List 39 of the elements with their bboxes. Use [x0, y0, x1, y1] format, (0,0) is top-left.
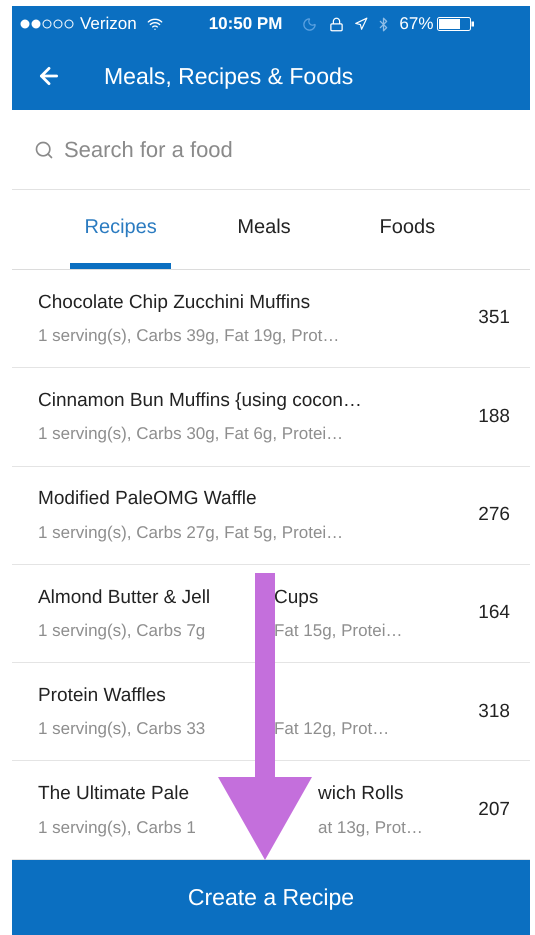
tab[interactable]: Recipes — [70, 190, 172, 269]
recipe-name: wich Rolls — [318, 782, 404, 806]
tab[interactable]: Meals — [213, 190, 315, 269]
recipe-name: Protein Waffles — [38, 684, 166, 708]
calorie-count: 188 — [478, 404, 510, 429]
recipe-name: Chocolate Chip Zucchini Muffins — [38, 290, 310, 315]
recipe-name: Almond Butter & Jell — [38, 586, 210, 610]
carrier-name: Verizon — [80, 13, 137, 36]
recipe-details: Fat 12g, Prot… — [274, 718, 390, 740]
signal-icon — [20, 19, 74, 29]
recipe-name: Modified PaleOMG Waffle — [38, 487, 257, 512]
create-recipe-button[interactable]: Create a Recipe — [12, 860, 530, 935]
recipe-details: 1 serving(s), Carbs 39g, Fat 19g, Prot… — [38, 325, 340, 348]
recipe-details: at 13g, Prot… — [318, 816, 423, 839]
calorie-count: 318 — [478, 700, 510, 724]
wifi-icon — [146, 16, 163, 32]
calorie-count: 164 — [478, 601, 510, 626]
calorie-count: 351 — [478, 306, 510, 330]
calorie-count: 276 — [478, 502, 510, 527]
tab[interactable]: Foods — [356, 190, 458, 269]
recipe-details: 1 serving(s), Carbs 33 — [38, 718, 206, 740]
recipe-name: The Ultimate Pale — [38, 782, 190, 806]
recipe-details: 1 serving(s), Carbs 27g, Fat 5g, Protei… — [38, 522, 344, 544]
screen-title: Meals, Recipes & Foods — [104, 62, 354, 91]
recipe-details: 1 serving(s), Carbs 1 — [38, 816, 196, 839]
search-icon — [34, 140, 54, 160]
location-icon — [354, 17, 368, 31]
recipe-details: 1 serving(s), Carbs 7g — [38, 620, 206, 642]
recipe-details: Fat 15g, Protei… — [274, 620, 403, 642]
recipe-details: 1 serving(s), Carbs 30g, Fat 6g, Protei… — [38, 423, 344, 446]
clock-time: 10:50 PM — [208, 13, 282, 36]
calorie-count: 207 — [478, 798, 510, 822]
moon-icon — [302, 16, 318, 32]
lock-icon — [329, 16, 344, 32]
battery-percent: 67% — [399, 13, 434, 36]
battery-icon — [437, 17, 476, 31]
recipe-name: Cups — [274, 586, 318, 610]
search-field[interactable]: Search for a food — [64, 133, 508, 166]
recipe-name: Cinnamon Bun Muffins {using cocon… — [38, 388, 362, 413]
